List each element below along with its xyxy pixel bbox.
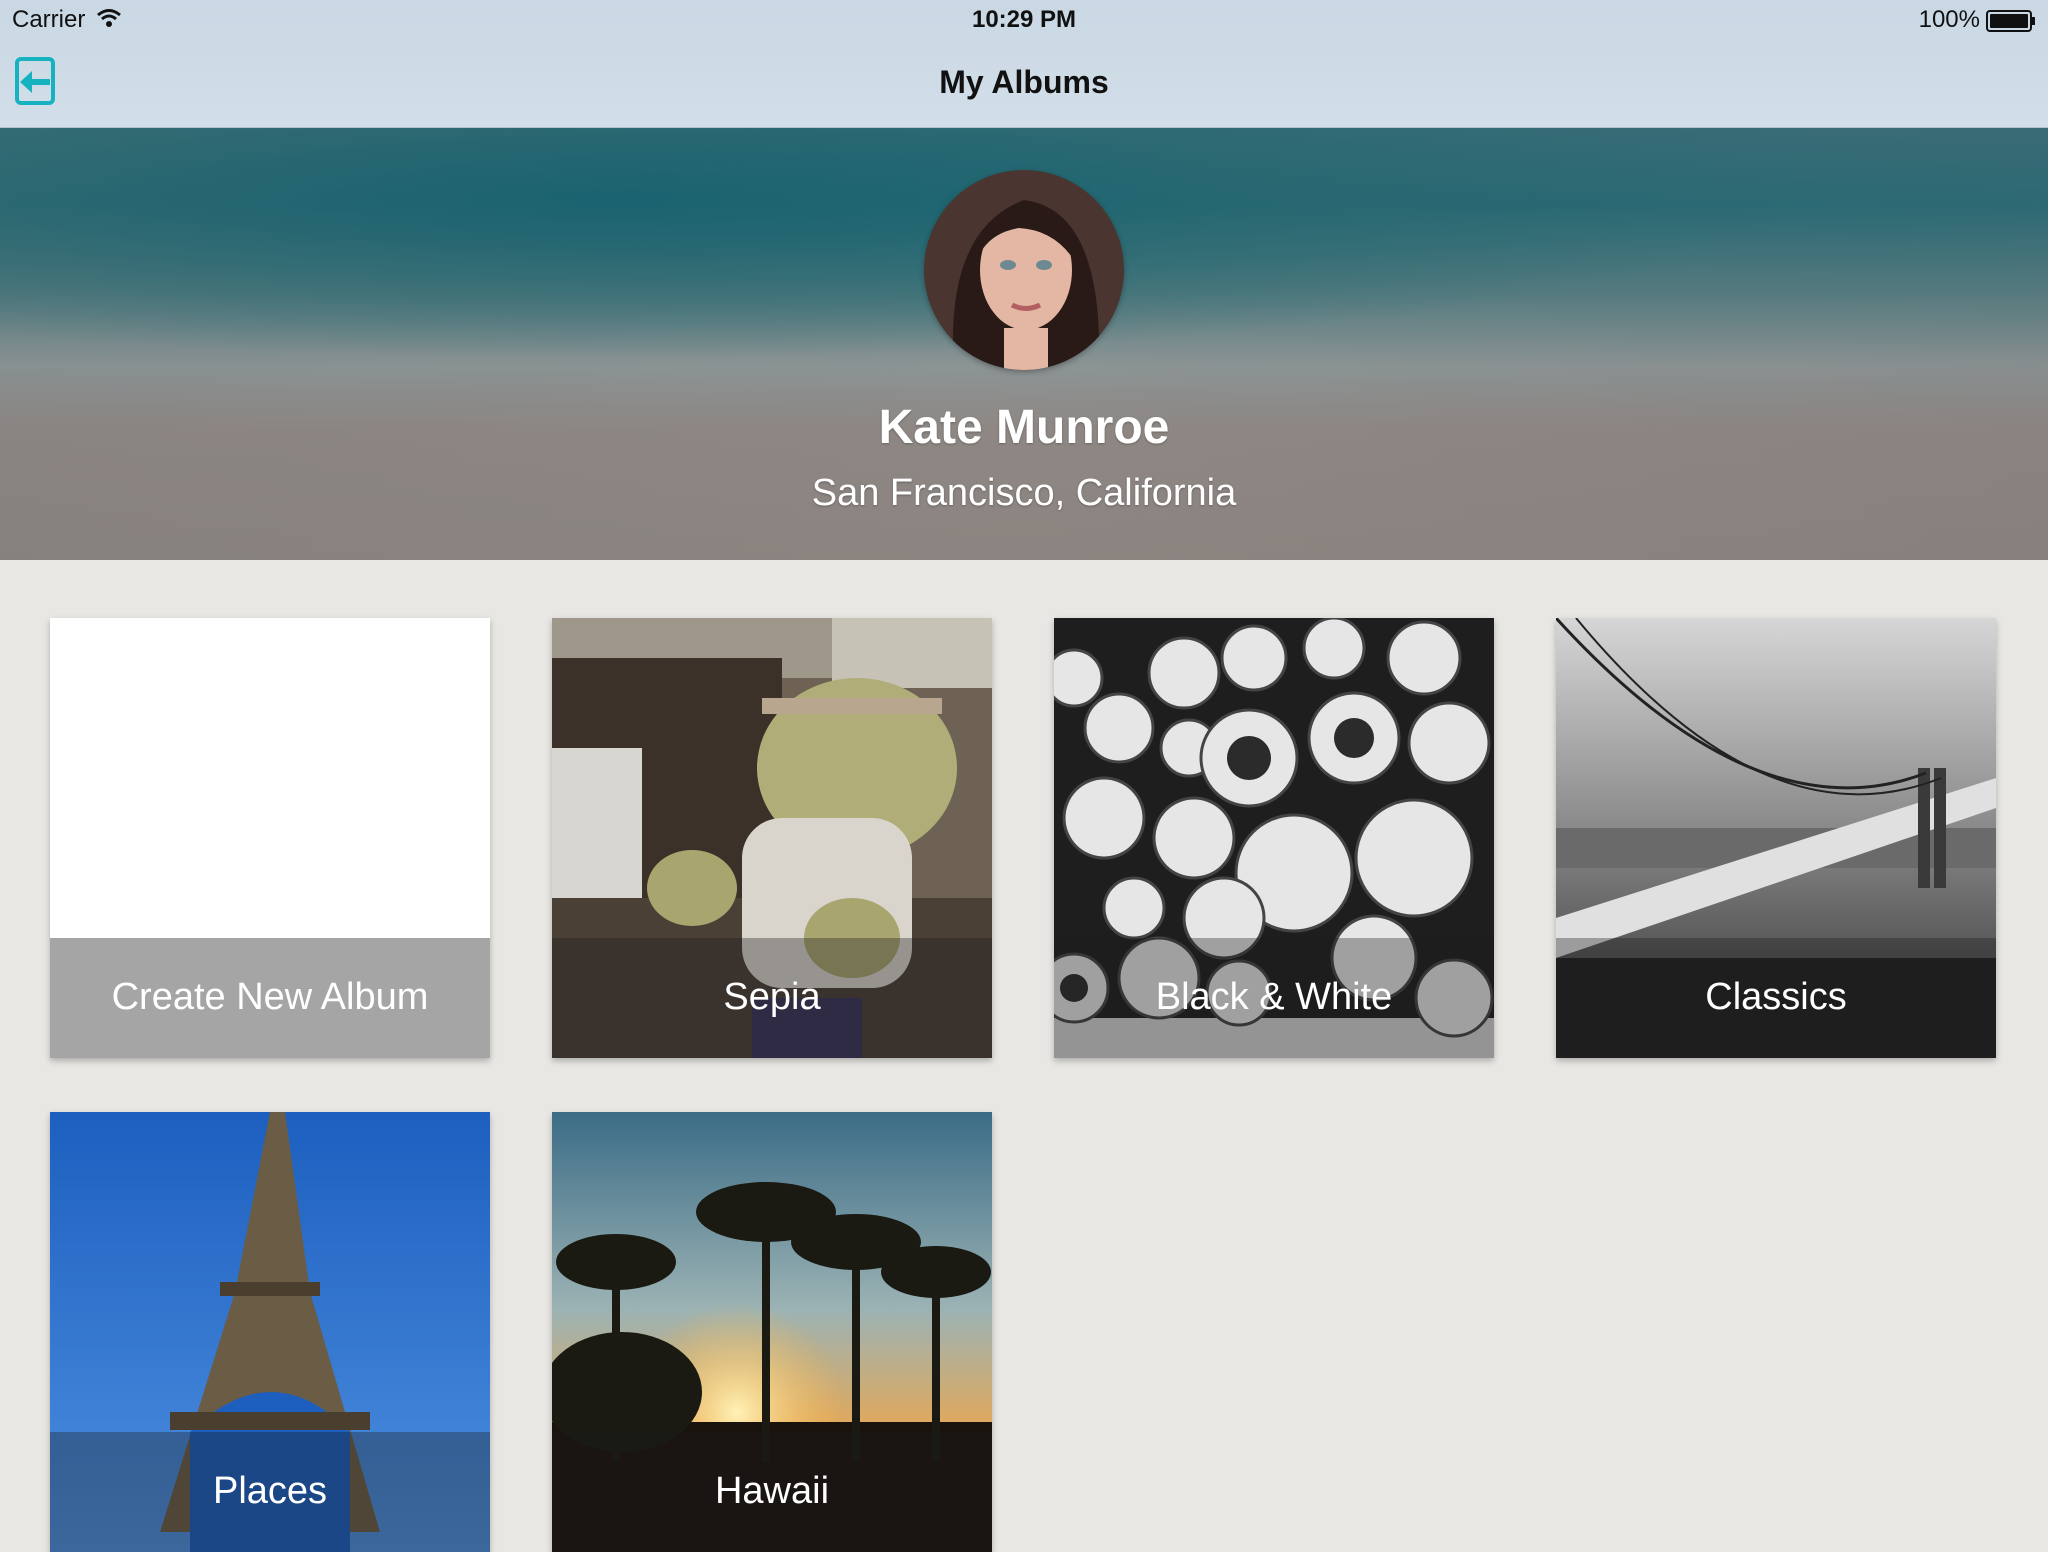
album-caption: Black & White — [1054, 938, 1494, 1058]
profile-name: Kate Munroe — [878, 401, 1170, 454]
page-title: My Albums — [939, 64, 1109, 100]
create-album-tile[interactable]: Create New Album — [50, 618, 490, 1058]
album-tile-classics[interactable]: Classics — [1556, 618, 1996, 1058]
album-caption: Hawaii — [552, 1432, 992, 1552]
navigation-bar: Carrier 10:29 PM 100% My Albums — [0, 0, 2048, 128]
avatar-image — [924, 170, 1124, 370]
album-caption: Classics — [1556, 938, 1996, 1058]
avatar[interactable] — [924, 170, 1124, 370]
album-caption: Places — [50, 1432, 490, 1552]
album-tile-black-white[interactable]: Black & White — [1054, 618, 1494, 1058]
status-battery-percent: 100% — [1918, 6, 1980, 33]
status-time: 10:29 PM — [971, 6, 1077, 33]
album-tile-places[interactable]: Places — [50, 1112, 490, 1552]
profile-header: Kate Munroe San Francisco, California — [0, 128, 2048, 560]
album-caption: Create New Album — [50, 938, 490, 1058]
album-tile-sepia[interactable]: Sepia — [552, 618, 992, 1058]
album-caption: Sepia — [552, 938, 992, 1058]
album-tile-hawaii[interactable]: Hawaii — [552, 1112, 992, 1552]
profile-location: San Francisco, California — [811, 472, 1237, 514]
battery-icon — [1986, 10, 2035, 32]
